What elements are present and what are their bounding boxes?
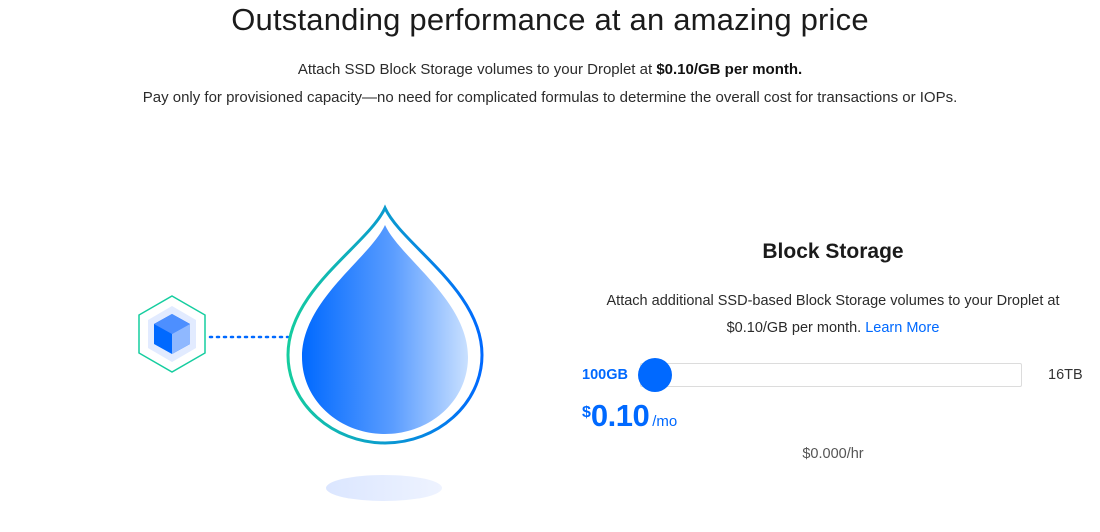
block-storage-panel: Block Storage Attach additional SSD-base… xyxy=(578,238,1090,498)
illustration-svg xyxy=(138,204,484,501)
drop-shadow xyxy=(326,475,442,501)
pricing-subtitle-price: $0.10/GB per month. xyxy=(656,61,803,78)
slider-min-label: 100GB xyxy=(582,367,628,383)
pricing-subtitle: Attach SSD Block Storage volumes to your… xyxy=(0,61,1100,78)
hourly-price: $0.000/hr xyxy=(802,446,864,462)
price-currency: $ xyxy=(582,404,591,421)
block-storage-illustration xyxy=(128,200,508,510)
pricing-subtitle-text: Attach SSD Block Storage volumes to your… xyxy=(297,61,657,78)
slider-max-label: 16TB xyxy=(1048,367,1083,383)
price-amount: 0.10 xyxy=(590,398,650,433)
learn-more-link[interactable]: Learn More xyxy=(865,320,939,336)
pricing-description: Pay only for provisioned capacity—no nee… xyxy=(142,89,958,106)
page-title: Outstanding performance at an amazing pr… xyxy=(231,2,869,37)
storage-size-slider-track[interactable] xyxy=(640,363,1022,387)
water-drop-icon xyxy=(286,204,484,445)
block-storage-description: Attach additional SSD-based Block Storag… xyxy=(578,288,1088,342)
storage-cube-icon xyxy=(138,295,206,373)
price-period: /mo xyxy=(652,413,678,430)
storage-size-slider-thumb[interactable] xyxy=(638,358,672,392)
monthly-price: $0.10/mo xyxy=(582,398,677,434)
block-storage-description-text: Attach additional SSD-based Block Storag… xyxy=(606,293,1060,336)
block-storage-title: Block Storage xyxy=(762,240,904,263)
